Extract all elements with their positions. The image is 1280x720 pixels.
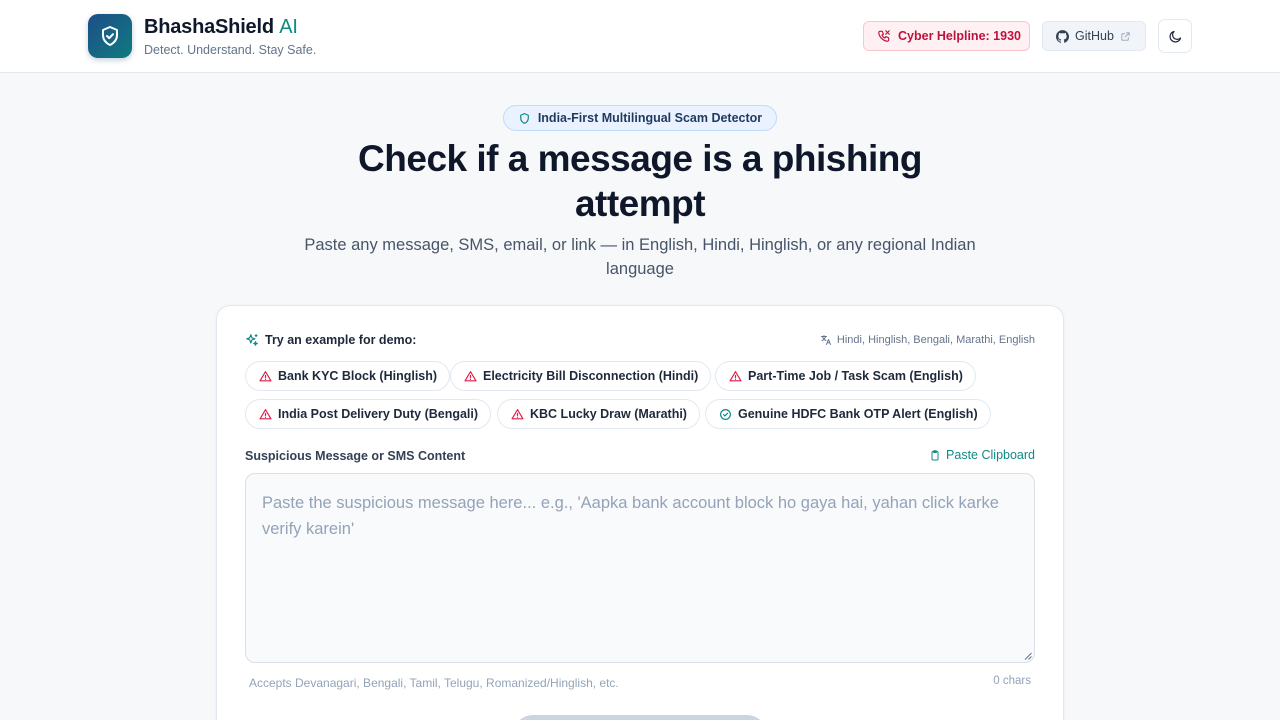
hero-badge-label: India-First Multilingual Scam Detector <box>537 111 763 125</box>
brand-name-text: BhashaShield <box>144 16 274 38</box>
phone-icon <box>878 30 890 42</box>
demo-label: Try an example for demo: <box>245 333 416 347</box>
example-chip-label: Genuine HDFC Bank OTP Alert (English) <box>738 407 978 421</box>
warning-icon <box>729 370 742 381</box>
paste-clipboard-button[interactable]: Paste Clipboard <box>929 448 1035 462</box>
resize-handle-icon[interactable] <box>1024 652 1032 660</box>
brand-tagline: Detect. Understand. Stay Safe. <box>144 43 317 57</box>
github-label: GitHub <box>1075 29 1114 43</box>
supported-languages: Hindi, Hinglish, Bengali, Marathi, Engli… <box>820 334 1035 346</box>
shield-check-icon <box>102 26 118 46</box>
example-chip-bank-kyc[interactable]: Bank KYC Block (Hinglish) <box>245 361 451 391</box>
page-title: Check if a message is a phishing attempt <box>358 138 922 224</box>
message-input[interactable] <box>245 473 1035 663</box>
demo-label-text: Try an example for demo: <box>265 333 417 347</box>
brand-name: BhashaShield AI <box>144 16 298 39</box>
example-chip-label: KBC Lucky Draw (Marathi) <box>530 407 687 421</box>
page-subtitle: Paste any message, SMS, email, or link —… <box>304 236 976 278</box>
warning-icon <box>259 408 272 419</box>
external-link-icon <box>1121 31 1130 41</box>
example-chip-label: Bank KYC Block (Hinglish) <box>278 369 438 383</box>
example-chip-electricity-bill[interactable]: Electricity Bill Disconnection (Hindi) <box>450 361 712 391</box>
check-circle-icon <box>720 408 731 420</box>
example-chip-label: Part-Time Job / Task Scam (English) <box>748 369 963 383</box>
warning-icon <box>464 370 477 381</box>
accepted-scripts-hint: Accepts Devanagari, Bengali, Tamil, Telu… <box>249 676 619 690</box>
moon-icon <box>1168 30 1181 43</box>
warning-icon <box>511 408 524 419</box>
example-chip-part-time-job[interactable]: Part-Time Job / Task Scam (English) <box>715 361 976 391</box>
warning-icon <box>259 370 272 381</box>
paste-clipboard-label: Paste Clipboard <box>946 448 1035 462</box>
github-button[interactable]: GitHub <box>1042 21 1146 51</box>
char-counter: 0 chars <box>993 675 1031 687</box>
hero-badge: India-First Multilingual Scam Detector <box>503 105 777 131</box>
example-chip-label: Electricity Bill Disconnection (Hindi) <box>483 369 699 383</box>
example-chip-kbc-lucky-draw[interactable]: KBC Lucky Draw (Marathi) <box>497 399 700 429</box>
shield-icon <box>519 112 529 124</box>
supported-languages-text: Hindi, Hinglish, Bengali, Marathi, Engli… <box>836 334 1035 346</box>
message-field-label: Suspicious Message or SMS Content <box>245 449 466 463</box>
cyber-helpline-button[interactable]: Cyber Helpline: 1930 <box>863 21 1030 51</box>
github-icon <box>1056 29 1069 43</box>
theme-toggle-button[interactable] <box>1158 19 1192 53</box>
brand-ai-text: AI <box>279 16 298 38</box>
clipboard-icon <box>931 449 939 460</box>
example-chip-india-post[interactable]: India Post Delivery Duty (Bengali) <box>245 399 492 429</box>
sparkles-icon <box>246 334 258 346</box>
helpline-label: Cyber Helpline: 1930 <box>898 29 1021 43</box>
translate-icon <box>820 335 831 345</box>
analyze-button[interactable] <box>513 715 767 720</box>
example-chip-label: India Post Delivery Duty (Bengali) <box>278 407 479 421</box>
logo[interactable] <box>88 14 132 58</box>
example-chip-hdfc-otp[interactable]: Genuine HDFC Bank OTP Alert (English) <box>705 399 991 429</box>
top-header: BhashaShield AI Detect. Understand. Stay… <box>0 0 1280 73</box>
